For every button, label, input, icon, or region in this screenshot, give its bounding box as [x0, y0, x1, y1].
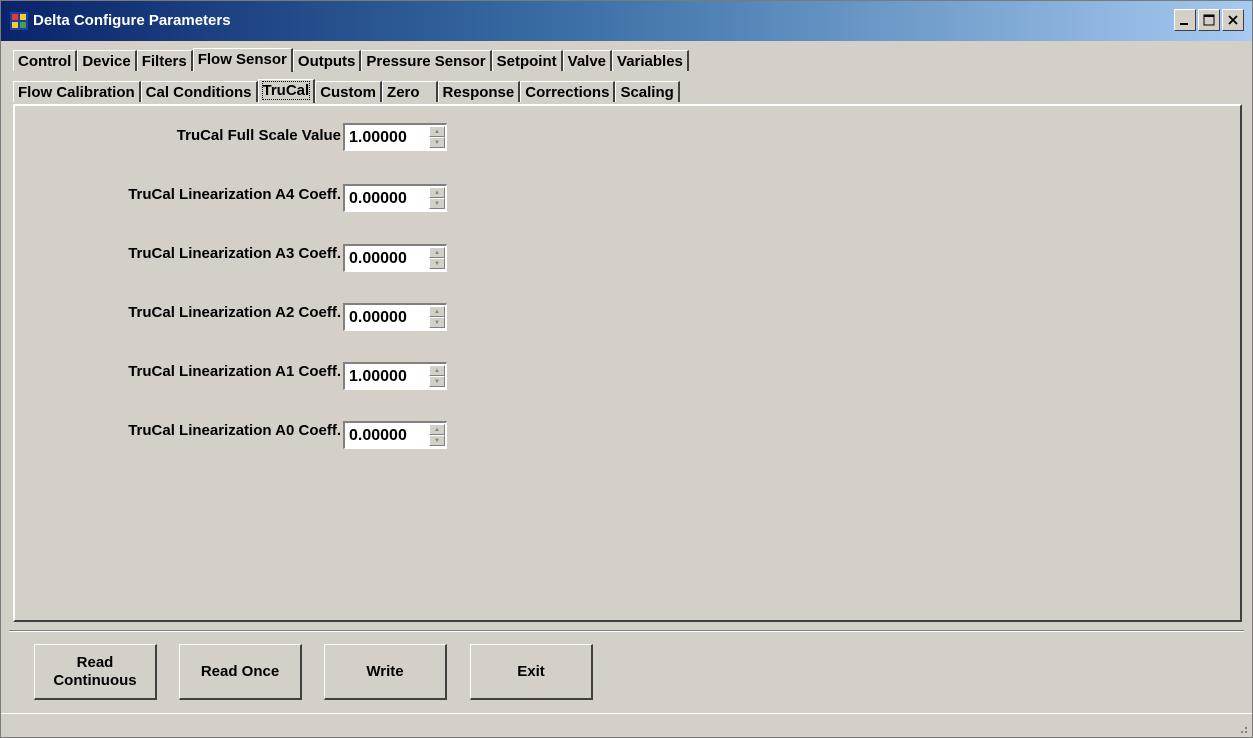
tab-device[interactable]: Device [77, 50, 137, 71]
a1-coeff-stepper[interactable]: 1.00000 ▲ ▼ [343, 362, 447, 390]
close-button[interactable] [1222, 9, 1244, 31]
a0-coeff-stepper[interactable]: 0.00000 ▲ ▼ [343, 421, 447, 449]
tab-trucal[interactable]: TruCal [257, 79, 316, 103]
a4-coeff-stepper[interactable]: 0.00000 ▲ ▼ [343, 184, 447, 212]
a2-coeff-stepper[interactable]: 0.00000 ▲ ▼ [343, 303, 447, 331]
minimize-icon [1180, 23, 1188, 25]
a4-coeff-value: 0.00000 [349, 190, 407, 207]
tab-pressure-sensor[interactable]: Pressure Sensor [361, 50, 492, 71]
spin-down-arrow-icon[interactable]: ▼ [429, 376, 445, 387]
a0-coeff-label: TruCal Linearization A0 Coeff. [128, 422, 341, 439]
spin-down-arrow-icon[interactable]: ▼ [429, 435, 445, 446]
minimize-button[interactable] [1174, 9, 1196, 31]
spin-up-arrow-icon[interactable]: ▲ [429, 247, 445, 258]
tab-setpoint[interactable]: Setpoint [491, 50, 563, 71]
a3-coeff-value: 0.00000 [349, 250, 407, 267]
spin-down-arrow-icon[interactable]: ▼ [429, 198, 445, 209]
close-icon [1228, 15, 1238, 25]
tab-valve[interactable]: Valve [562, 50, 613, 71]
spin-up-arrow-icon[interactable]: ▲ [429, 424, 445, 435]
app-icon [10, 12, 28, 30]
spin-down-arrow-icon[interactable]: ▼ [429, 317, 445, 328]
trucal-full-scale-label: TruCal Full Scale Value [176, 127, 341, 144]
tab-trucal-label: TruCal [261, 81, 311, 100]
tab-variables[interactable]: Variables [612, 50, 689, 71]
trucal-full-scale-stepper[interactable]: 1.00000 ▲ ▼ [343, 123, 447, 151]
app-window: Delta Configure Parameters Control Devic… [0, 0, 1253, 738]
spin-up-arrow-icon[interactable]: ▲ [429, 187, 445, 198]
exit-button[interactable]: Exit [470, 644, 593, 700]
trucal-full-scale-value: 1.00000 [349, 129, 407, 146]
tab-response[interactable]: Response [437, 81, 521, 102]
a1-coeff-label: TruCal Linearization A1 Coeff. [128, 363, 341, 380]
spin-down-arrow-icon[interactable]: ▼ [429, 137, 445, 148]
a3-coeff-stepper[interactable]: 0.00000 ▲ ▼ [343, 244, 447, 272]
tab-zero[interactable]: Zero [382, 81, 438, 102]
tab-filters[interactable]: Filters [136, 50, 193, 71]
write-button[interactable]: Write [324, 644, 447, 700]
read-continuous-button[interactable]: Read Continuous [34, 644, 157, 700]
tab-scaling[interactable]: Scaling [615, 81, 680, 102]
spin-up-arrow-icon[interactable]: ▲ [429, 126, 445, 137]
a4-coeff-label: TruCal Linearization A4 Coeff. [128, 186, 341, 203]
tab-corrections[interactable]: Corrections [520, 81, 616, 102]
sub-tab-strip: Flow Calibration Cal Conditions TruCal C… [13, 79, 680, 103]
window-title: Delta Configure Parameters [33, 12, 231, 29]
tab-custom[interactable]: Custom [315, 81, 383, 102]
main-tab-strip: Control Device Filters Flow Sensor Outpu… [13, 48, 689, 72]
tab-control[interactable]: Control [13, 50, 78, 71]
separator [9, 630, 1244, 632]
a2-coeff-label: TruCal Linearization A2 Coeff. [128, 304, 341, 321]
read-continuous-label-line2: Continuous [53, 671, 137, 689]
spin-up-arrow-icon[interactable]: ▲ [429, 365, 445, 376]
a1-coeff-value: 1.00000 [349, 368, 407, 385]
read-continuous-label-line1: Read [76, 653, 114, 671]
tab-flow-sensor[interactable]: Flow Sensor [192, 48, 293, 72]
tab-flow-calibration[interactable]: Flow Calibration [13, 81, 141, 102]
resize-grip-icon[interactable] [1236, 722, 1248, 734]
tab-outputs[interactable]: Outputs [292, 50, 362, 71]
status-bar [1, 713, 1252, 737]
read-once-button[interactable]: Read Once [179, 644, 302, 700]
a0-coeff-value: 0.00000 [349, 427, 407, 444]
a2-coeff-value: 0.00000 [349, 309, 407, 326]
spin-up-arrow-icon[interactable]: ▲ [429, 306, 445, 317]
title-bar[interactable]: Delta Configure Parameters [1, 1, 1252, 41]
tab-cal-conditions[interactable]: Cal Conditions [140, 81, 258, 102]
a3-coeff-label: TruCal Linearization A3 Coeff. [128, 245, 341, 262]
maximize-button[interactable] [1198, 9, 1220, 31]
maximize-icon [1203, 14, 1215, 26]
spin-down-arrow-icon[interactable]: ▼ [429, 258, 445, 269]
